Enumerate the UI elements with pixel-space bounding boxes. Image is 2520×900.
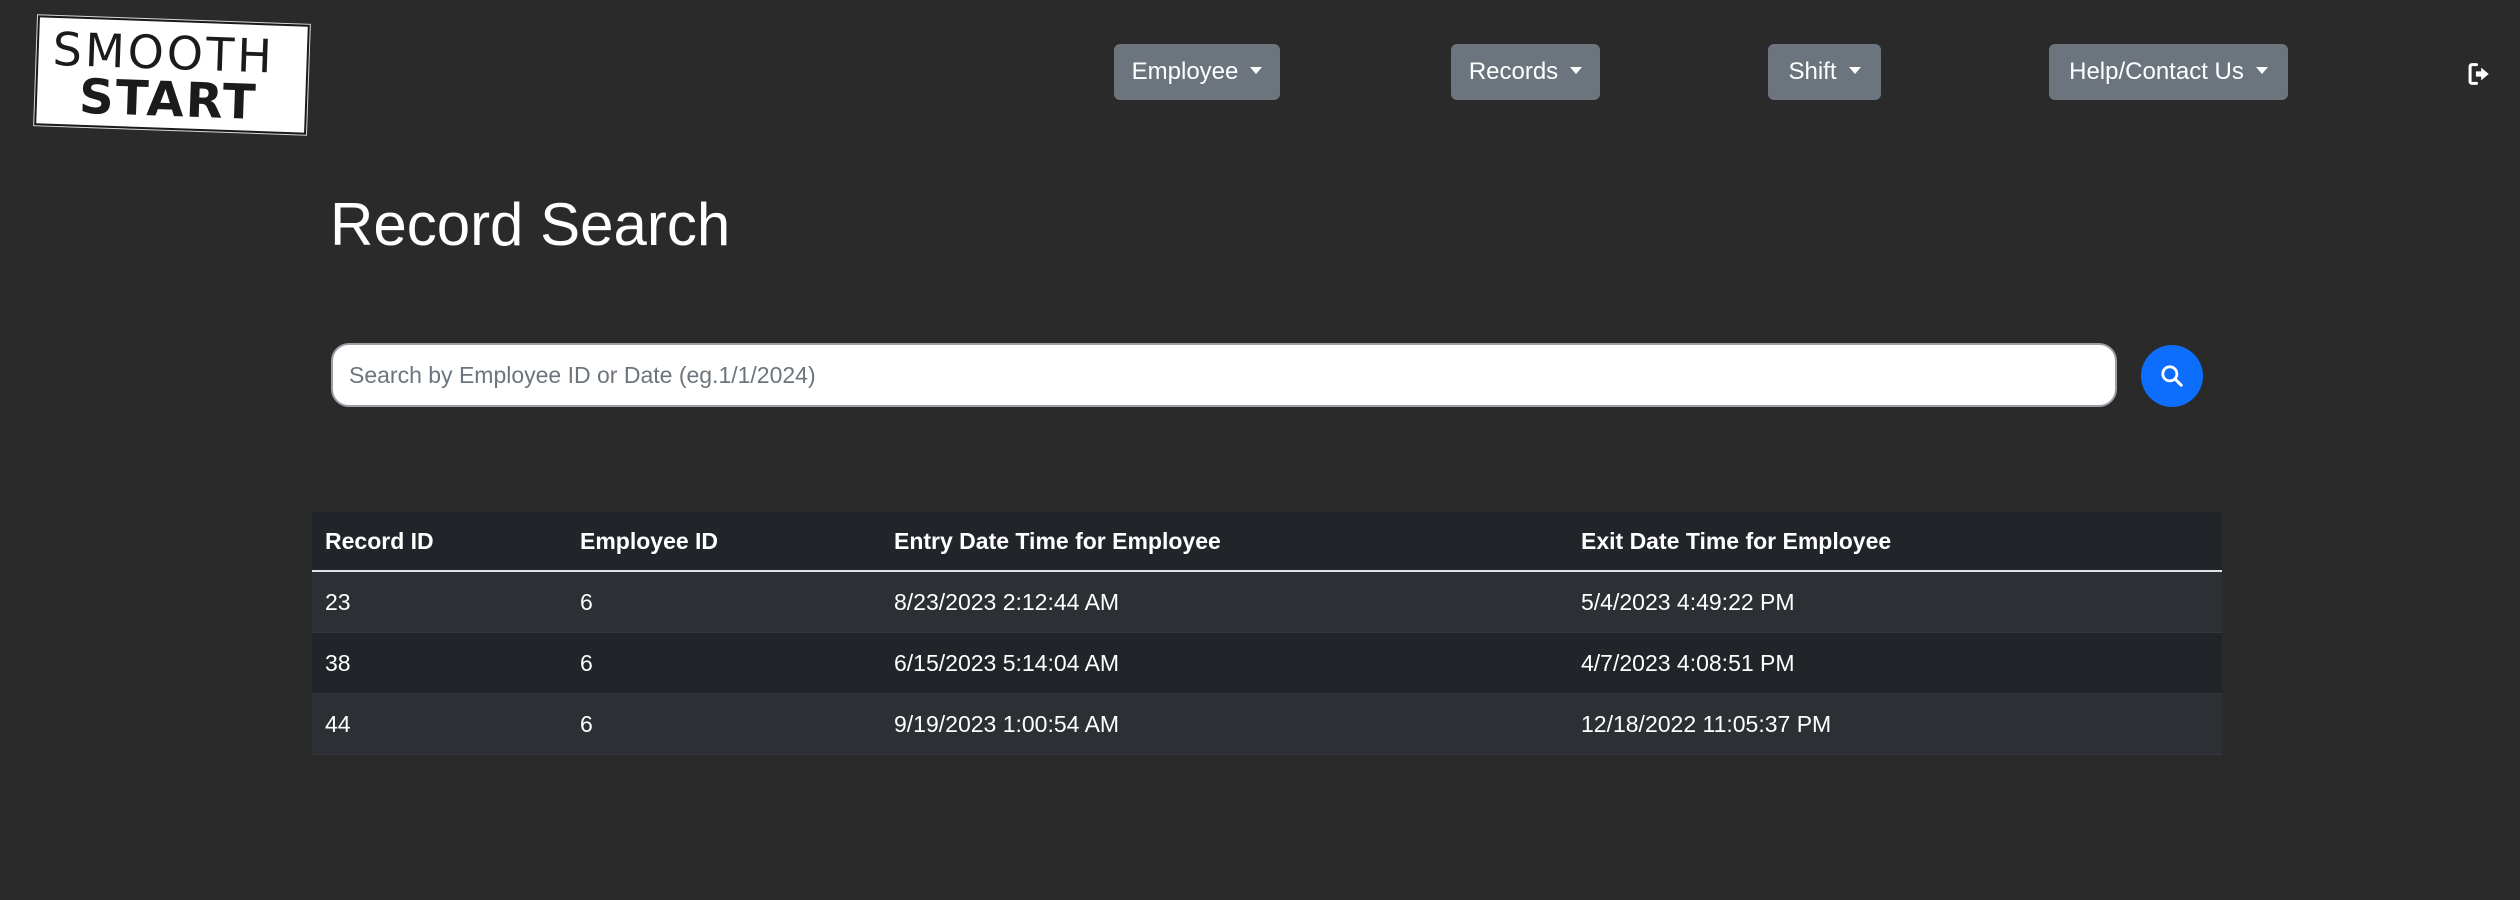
records-dropdown-button[interactable]: Records: [1451, 44, 1600, 100]
cell-exit-datetime: 12/18/2022 11:05:37 PM: [1568, 693, 2222, 755]
caret-down-icon: [1848, 66, 1861, 74]
cell-exit-datetime: 4/7/2023 4:08:51 PM: [1568, 632, 2222, 694]
cell-entry-datetime: 6/15/2023 5:14:04 AM: [881, 632, 1568, 694]
caret-down-icon: [2255, 66, 2268, 74]
search-input[interactable]: [331, 343, 2117, 407]
shift-dropdown-label: Shift: [1788, 58, 1837, 85]
table-row: 23 6 8/23/2023 2:12:44 AM 5/4/2023 4:49:…: [312, 571, 2222, 633]
help-contact-dropdown-button[interactable]: Help/Contact Us: [2049, 44, 2288, 100]
caret-down-icon: [1250, 66, 1263, 74]
employee-dropdown-button[interactable]: Employee: [1114, 44, 1280, 100]
cell-exit-datetime: 5/4/2023 4:49:22 PM: [1568, 571, 2222, 633]
cell-employee-id: 6: [567, 632, 881, 694]
cell-entry-datetime: 9/19/2023 1:00:54 AM: [881, 693, 1568, 755]
cell-record-id: 44: [312, 693, 567, 755]
caret-down-icon: [1570, 66, 1583, 74]
cell-record-id: 23: [312, 571, 567, 633]
page-title: Record Search: [330, 191, 731, 258]
logo-text-start: START: [78, 68, 259, 131]
shift-dropdown-button[interactable]: Shift: [1768, 44, 1881, 100]
sign-out-icon[interactable]: [2466, 60, 2494, 88]
table-header-row: Record ID Employee ID Entry Date Time fo…: [312, 512, 2222, 572]
table-row: 44 6 9/19/2023 1:00:54 AM 12/18/2022 11:…: [312, 693, 2222, 755]
cell-entry-datetime: 8/23/2023 2:12:44 AM: [881, 571, 1568, 633]
search-icon: [2161, 365, 2183, 387]
cell-employee-id: 6: [567, 693, 881, 755]
employee-dropdown-label: Employee: [1131, 58, 1239, 85]
records-dropdown-label: Records: [1468, 58, 1559, 85]
search-button[interactable]: [2141, 345, 2203, 407]
smooth-start-logo[interactable]: SMOOTH START: [34, 15, 310, 135]
help-contact-dropdown-label: Help/Contact Us: [2069, 58, 2244, 85]
header-record-id: Record ID: [312, 512, 567, 572]
header-employee-id: Employee ID: [567, 512, 881, 572]
header-exit-datetime: Exit Date Time for Employee: [1568, 512, 2222, 572]
header-entry-datetime: Entry Date Time for Employee: [881, 512, 1568, 572]
cell-employee-id: 6: [567, 571, 881, 633]
records-table: Record ID Employee ID Entry Date Time fo…: [312, 512, 2222, 755]
page: SMOOTH START Employee Records Shift Help…: [0, 0, 2520, 900]
table-row: 38 6 6/15/2023 5:14:04 AM 4/7/2023 4:08:…: [312, 632, 2222, 694]
cell-record-id: 38: [312, 632, 567, 694]
